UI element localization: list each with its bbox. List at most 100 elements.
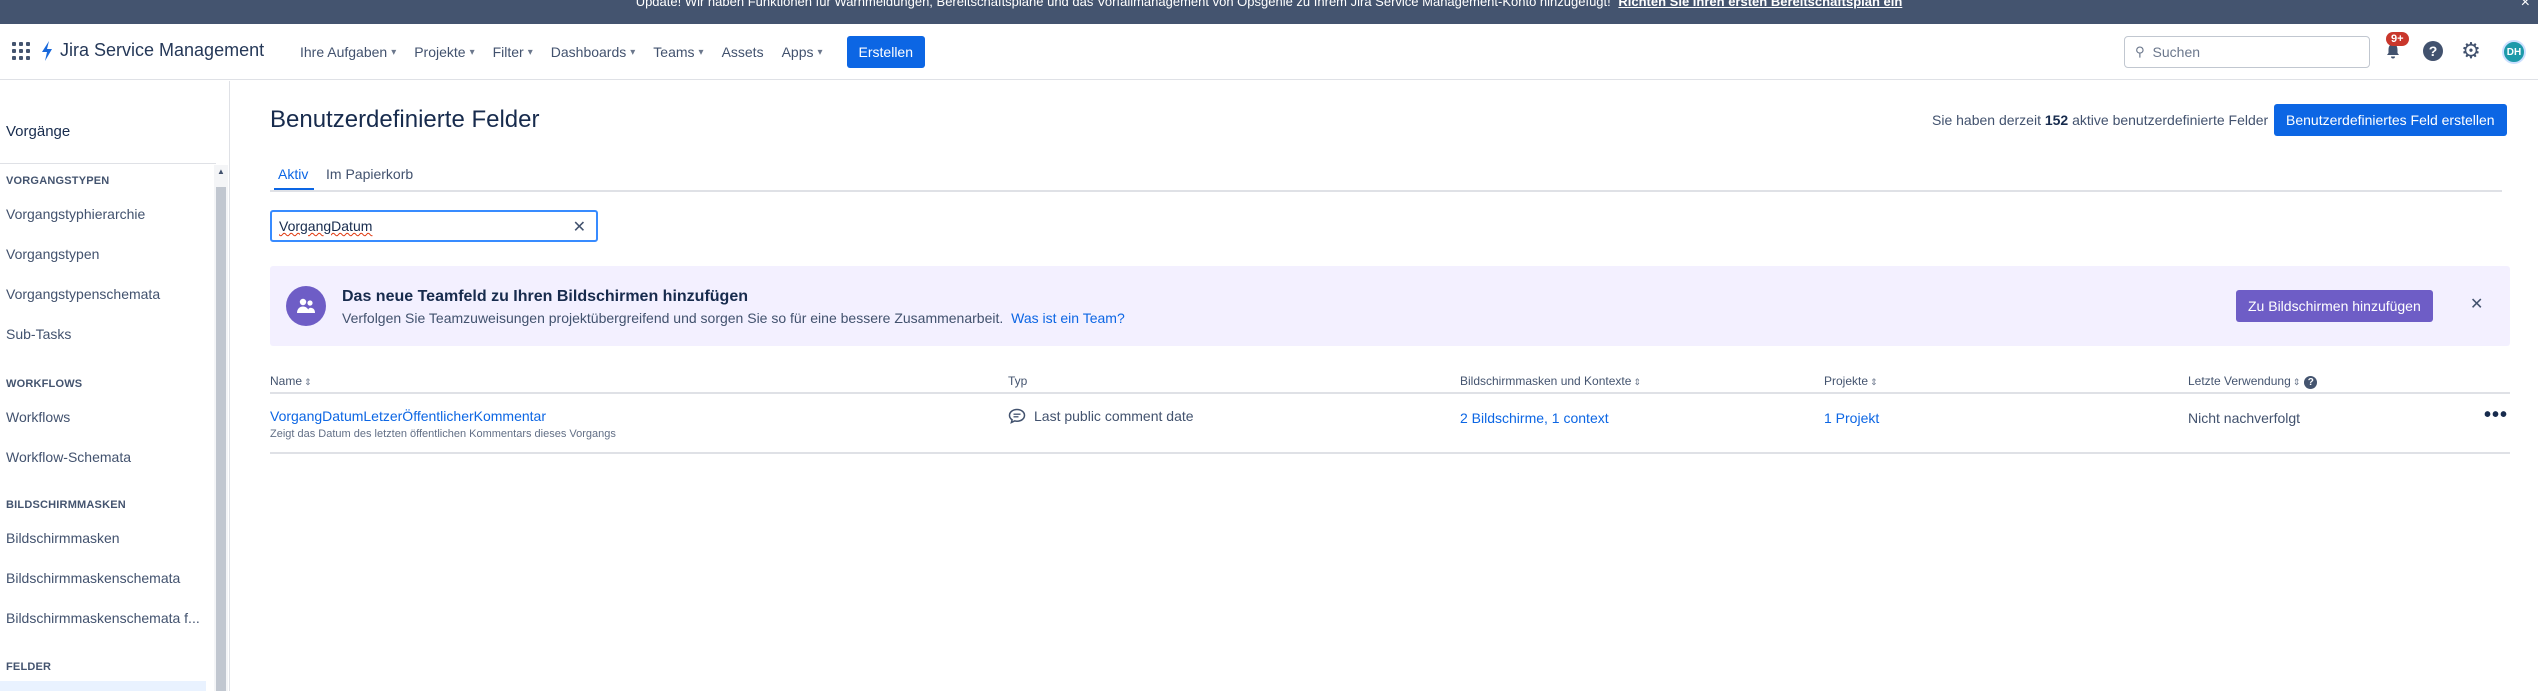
user-avatar[interactable]: DH [2502,40,2526,64]
nav-label: Dashboards [550,44,627,60]
nav-projekte[interactable]: Projekte ▾ [414,44,474,60]
nav-filter[interactable]: Filter ▾ [493,44,533,60]
notification-count-badge: 9+ [2386,32,2409,46]
header-label: Name [270,374,303,388]
clear-filter-icon[interactable]: ✕ [573,217,586,237]
last-used-value: Nicht nachverfolgt [2188,410,2301,426]
team-field-promo-banner: Das neue Teamfeld zu Ihren Bildschirmen … [270,266,2510,346]
sidebar-title: Vorgänge [6,123,71,140]
sidebar-item-sub-tasks[interactable]: Sub-Tasks [6,326,71,342]
sidebar-section-heading: FELDER [6,661,52,673]
create-custom-field-button[interactable]: Benutzerdefiniertes Feld erstellen [2274,104,2507,136]
lightning-logo-icon [42,40,52,61]
nav-teams[interactable]: Teams ▾ [653,44,703,60]
scroll-up-arrow-icon[interactable]: ▲ [217,167,225,176]
nav-apps[interactable]: Apps ▾ [782,44,823,60]
sidebar-item-workflow-schemata[interactable]: Workflow-Schemata [6,449,131,465]
product-name: Jira Service Management [60,40,265,60]
header-label: Bildschirmmasken und Kontexte [1460,374,1632,388]
banner-close-icon[interactable]: × [2521,0,2530,12]
column-header-screens[interactable]: Bildschirmmasken und Kontexte ⇕ [1460,374,1641,388]
scrollbar-thumb[interactable] [216,187,226,691]
add-to-screens-button[interactable]: Zu Bildschirmen hinzufügen [2236,290,2433,322]
sort-icon: ⇕ [1633,377,1641,387]
field-type: Last public comment date [1008,408,1194,424]
chevron-down-icon: ▾ [630,46,636,58]
column-header-last-used[interactable]: Letzte Verwendung ⇕? [2188,374,2318,389]
dismiss-promo-icon[interactable]: ✕ [2470,294,2483,314]
projects-link[interactable]: 1 Projekt [1824,410,1879,426]
count-value: 152 [2044,112,2069,128]
sidebar-scrollbar[interactable]: ▲ [214,165,228,691]
header-label: Typ [1008,374,1028,388]
custom-field-count: Sie haben derzeit 152 aktive benutzerdef… [1932,112,2268,128]
banner-link[interactable]: Richten Sie Ihren ersten Bereitschaftspl… [1618,0,1902,9]
nav-label: Filter [492,44,524,60]
promo-title: Das neue Teamfeld zu Ihren Bildschirmen … [342,288,748,305]
column-header-name[interactable]: Name ⇕ [270,374,312,388]
nav-label: Teams [653,44,695,60]
sidebar-item-workflows[interactable]: Workflows [6,409,70,425]
app-switcher-icon[interactable] [12,42,30,60]
nav-label: Projekte [414,44,466,60]
comment-icon [1008,408,1026,424]
field-name-link[interactable]: VorgangDatumLetzerÖffentlicherKommentar [270,408,546,424]
nav-label: Apps [781,44,814,60]
sort-icon: ⇕ [304,377,312,387]
sort-icon: ⇕ [2292,377,2301,387]
nav-dashboards[interactable]: Dashboards ▾ [551,44,636,60]
chevron-down-icon: ▾ [698,46,704,58]
info-question-icon[interactable]: ? [2304,376,2318,389]
banner-message: Update! Wir haben Funktionen für Warnmel… [635,0,1611,9]
tab-im-papierkorb[interactable]: Im Papierkorb [326,166,413,182]
sidebar-item-bildschirmmaskenschemata-f[interactable]: Bildschirmmaskenschemata f... [6,610,200,626]
sidebar-item-bildschirmmaskenschemata[interactable]: Bildschirmmaskenschemata [6,570,180,586]
field-description: Zeigt das Datum des letzten öffentlichen… [270,428,616,440]
nav-label: Assets [721,44,764,60]
header-label: Projekte [1824,374,1869,388]
column-header-projects[interactable]: Projekte ⇕ [1824,374,1878,388]
column-header-type: Typ [1008,374,1027,388]
table-header: Name ⇕ Typ Bildschirmmasken und Kontexte ⇕… [270,372,2510,394]
create-button[interactable]: Erstellen [846,36,925,68]
count-suffix: aktive benutzerdefinierte Felder [2072,112,2269,128]
field-filter-input[interactable]: VorgangDatum ✕ [270,210,598,242]
banner-text-line: Update! Wir haben Funktionen für Warnmel… [0,0,2538,9]
promo-description: Verfolgen Sie Teamzuweisungen projektübe… [342,310,1004,326]
help-glyph: ? [2423,41,2443,61]
sort-icon: ⇕ [1870,377,1878,387]
active-tab-indicator [274,188,314,190]
nav-ihre-aufgaben[interactable]: Ihre Aufgaben ▾ [300,44,396,60]
sidebar-item-vorgangstyphierarchie[interactable]: Vorgangstyphierarchie [6,206,145,222]
count-prefix: Sie haben derzeit [1932,112,2041,128]
promo-description-line: Verfolgen Sie Teamzuweisungen projektübe… [342,310,1125,326]
sidebar-item-vorgangstypen[interactable]: Vorgangstypen [6,246,99,262]
sidebar-item-bildschirmmasken[interactable]: Bildschirmmasken [6,530,120,546]
nav-assets[interactable]: Assets [722,44,764,60]
search-icon: ⚲ [2135,44,2145,59]
chevron-down-icon: ▾ [527,46,533,58]
field-type-label: Last public comment date [1034,408,1194,424]
tab-bar: Aktiv Im Papierkorb [270,160,2502,192]
search-placeholder: Suchen [2152,44,2201,60]
chevron-down-icon: ▾ [469,46,475,58]
sidebar-item-vorgangstypenschemata[interactable]: Vorgangstypenschemata [6,286,160,302]
settings-gear-icon[interactable]: ⚙ [2460,38,2482,63]
announcement-banner: Update! Wir haben Funktionen für Warnmel… [0,0,2538,24]
screens-contexts-link[interactable]: 2 Bildschirme, 1 context [1460,410,1609,426]
product-logo[interactable]: Jira Service Management [40,40,264,61]
search-input[interactable]: ⚲ Suchen [2124,36,2370,68]
nav-label: Ihre Aufgaben [300,44,388,60]
header-label: Letzte Verwendung [2188,374,2291,388]
what-is-team-link[interactable]: Was ist ein Team? [1011,310,1125,326]
tab-aktiv[interactable]: Aktiv [278,166,308,182]
sidebar-section-heading: VORGANGSTYPEN [6,175,110,187]
sidebar-section-heading: BILDSCHIRMMASKEN [6,499,126,511]
help-icon[interactable]: ? [2422,40,2444,62]
sidebar-section-heading: WORKFLOWS [6,378,83,390]
chevron-down-icon: ▾ [817,46,823,58]
more-actions-icon[interactable]: ••• [2484,404,2508,427]
sidebar: Vorgänge VORGANGSTYPEN Vorgangstyphierar… [0,81,230,691]
sidebar-item-selected[interactable] [0,681,206,691]
team-people-icon [286,286,326,326]
